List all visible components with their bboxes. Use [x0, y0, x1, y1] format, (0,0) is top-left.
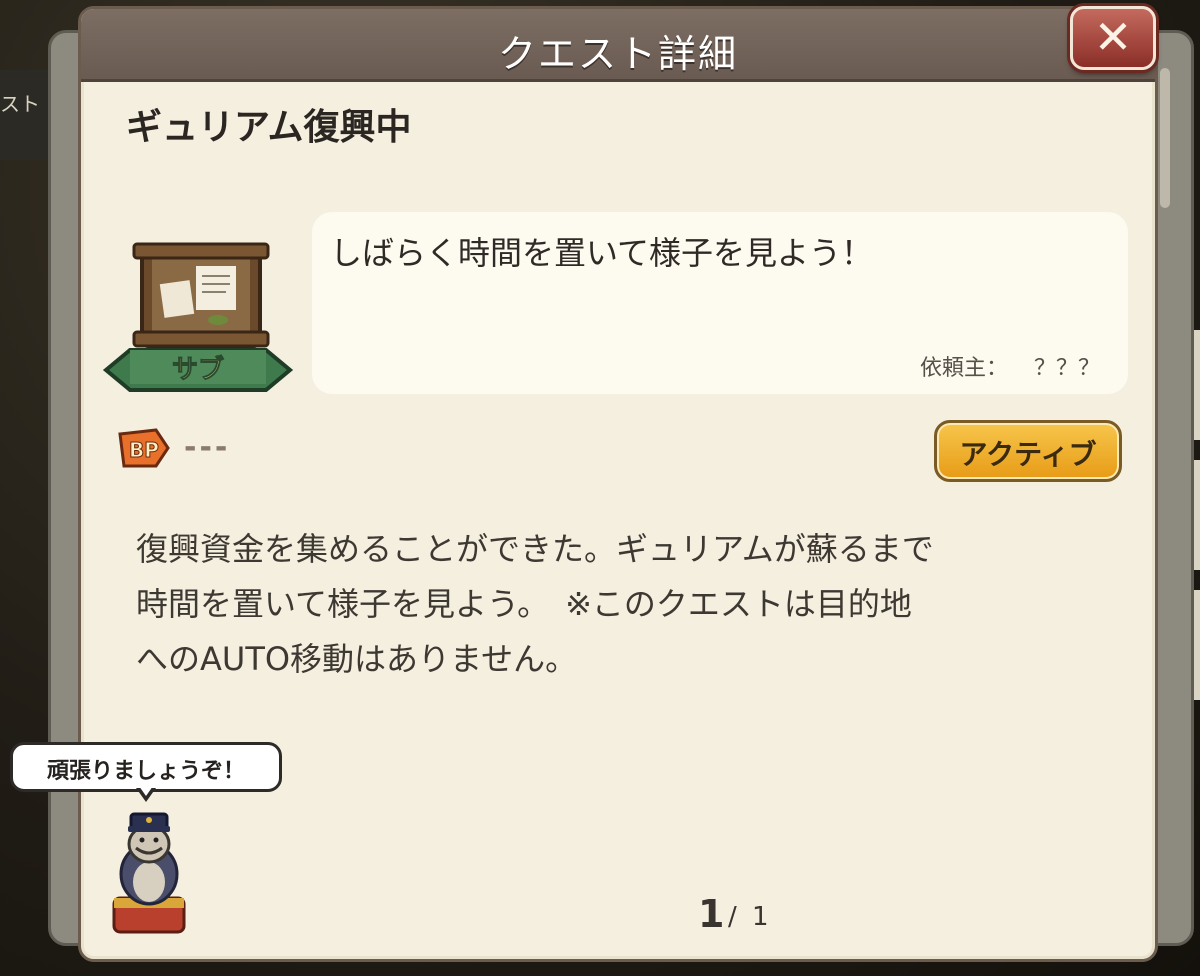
speech-bubble: 頑張りましょうぞ！ — [10, 742, 282, 792]
sub-quest-board-icon: サブ — [102, 242, 294, 392]
mascot-character — [112, 812, 186, 934]
quest-description: 復興資金を集めることができた。ギュリアムが蘇るまで 時間を置いて様子を見よう。 … — [136, 522, 1096, 687]
scrollbar[interactable] — [1160, 68, 1170, 208]
page-total: 1 — [752, 902, 769, 932]
client-value: ？？？ — [1034, 356, 1101, 381]
close-button[interactable]: ✕ — [1070, 6, 1156, 70]
quest-message: しばらく時間を置いて様子を見よう！ — [330, 234, 874, 272]
bp-icon-label: BP — [129, 438, 159, 462]
close-icon: ✕ — [1093, 10, 1133, 64]
description-line: へのAUTO移動はありません。 — [136, 640, 578, 678]
page-current: 1 — [698, 892, 725, 936]
bp-value: --- — [184, 430, 231, 465]
description-line: 復興資金を集めることができた。ギュリアムが蘇るまで — [136, 530, 934, 568]
dialog-title: クエスト詳細 — [497, 32, 738, 76]
sub-quest-label: サブ — [172, 354, 224, 385]
status-label: アクティブ — [959, 438, 1097, 471]
bp-icon: BP — [118, 428, 170, 468]
screen: スト クエスト詳細 ✕ ギュリアム復興中 サブ しばらく時間を置いて様子を見よう… — [0, 0, 1200, 976]
background-side-tab-label: スト — [0, 92, 40, 116]
status-badge: アクティブ — [934, 420, 1122, 482]
quest-name: ギュリアム復興中 — [126, 107, 412, 148]
client-label: 依頼主： — [920, 356, 1009, 381]
page-separator: / — [728, 902, 737, 932]
dialog-title-bar: クエスト詳細 — [81, 9, 1155, 82]
speech-text: 頑張りましょうぞ！ — [46, 759, 245, 784]
speech-bubble-tail-inner — [139, 786, 153, 796]
description-line: 時間を置いて様子を見よう。 ※このクエストは目的地 — [136, 585, 912, 623]
